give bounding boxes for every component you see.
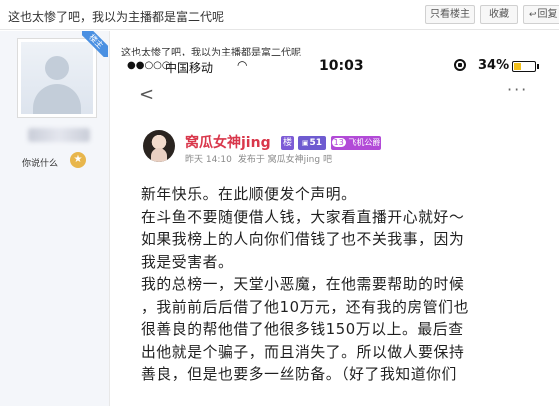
body-line: 如果我榜上的人向你们借钱了也不关我事，因为 — [141, 231, 465, 248]
post-body: 新年快乐。在此顺便发个声明。 在斗鱼不要随便借人钱，大家看直播开心就好～ 如果我… — [141, 184, 545, 387]
body-line: 在斗鱼不要随便借人钱，大家看直播开心就好～ — [141, 208, 465, 226]
body-line: ，我前前后后借了他10万元，还有我的房管们也 — [141, 298, 469, 316]
user-panel: 楼主 你说什么 ★ — [0, 31, 110, 406]
title-badge: 13 飞机公爵 — [331, 136, 381, 150]
thread-title: 这也太惨了吧，我以为主播都是富二代呢 — [8, 10, 225, 24]
reply-button[interactable]: ↩回复 — [523, 5, 559, 24]
body-line: 出他就是个骗子，而且消失了。所以做人要保持 — [141, 343, 465, 361]
carrier-name: 中国移动 — [165, 61, 214, 75]
trophy-icon[interactable]: ★ — [70, 152, 86, 168]
more-icon[interactable]: ··· — [507, 80, 528, 99]
rotation-lock-icon — [454, 59, 466, 71]
body-line: 新年快乐。在此顺便发个声明。 — [141, 186, 357, 203]
op-tag: 楼 — [281, 136, 294, 150]
posted-in[interactable]: 发布于 窝瓜女神jing 吧 — [238, 155, 332, 165]
phone-clock: 10:03 — [319, 58, 364, 74]
username-blurred[interactable] — [28, 128, 90, 142]
author-name[interactable]: 窝瓜女神jing — [185, 132, 271, 152]
thread-header: 这也太惨了吧，我以为主播都是富二代呢 只看楼主 收藏 ↩回复 — [0, 0, 559, 30]
body-line: 善良，但是也要多一丝防备。（好了我知道你们 — [141, 366, 457, 383]
body-line: 很善良的帮他借了他很多钱150万以上。最后查 — [141, 321, 464, 338]
battery-icon — [512, 61, 536, 72]
wifi-icon: ◠ — [237, 58, 248, 72]
post-meta: 昨天 14:10 发布于 窝瓜女神jing 吧 — [185, 152, 332, 165]
battery-percent: 34% — [478, 58, 510, 73]
post-time: 昨天 14:10 — [185, 155, 232, 165]
title-badge-number: 13 — [331, 138, 346, 147]
title-badge-label: 飞机公爵 — [348, 138, 381, 147]
op-badge: 楼主 — [82, 31, 108, 57]
body-line: 我是受害者。 — [141, 253, 234, 271]
only-author-button[interactable]: 只看楼主 — [425, 5, 475, 24]
level-icon: ▣ — [301, 139, 309, 147]
level-number: 51 — [309, 138, 323, 148]
user-signature: 你说什么 — [22, 159, 59, 169]
op-badge-label: 楼主 — [82, 31, 108, 57]
reply-icon: ↩ — [529, 10, 537, 20]
back-chevron-icon[interactable]: < — [139, 84, 154, 105]
reply-label: 回复 — [537, 9, 558, 20]
author-avatar[interactable] — [143, 130, 175, 162]
body-line: 我的总榜一，天堂小恶魔，在他需要帮助的时候 — [141, 276, 465, 293]
level-badge: ▣51 — [298, 136, 326, 150]
phone-status-bar: ●●○○○ 中国移动 ◠ 10:03 34% — [121, 56, 555, 78]
embedded-phone-screenshot: ●●○○○ 中国移动 ◠ 10:03 34% < ··· 窝瓜女神jing 楼 … — [121, 56, 555, 406]
collect-button[interactable]: 收藏 — [480, 5, 518, 24]
